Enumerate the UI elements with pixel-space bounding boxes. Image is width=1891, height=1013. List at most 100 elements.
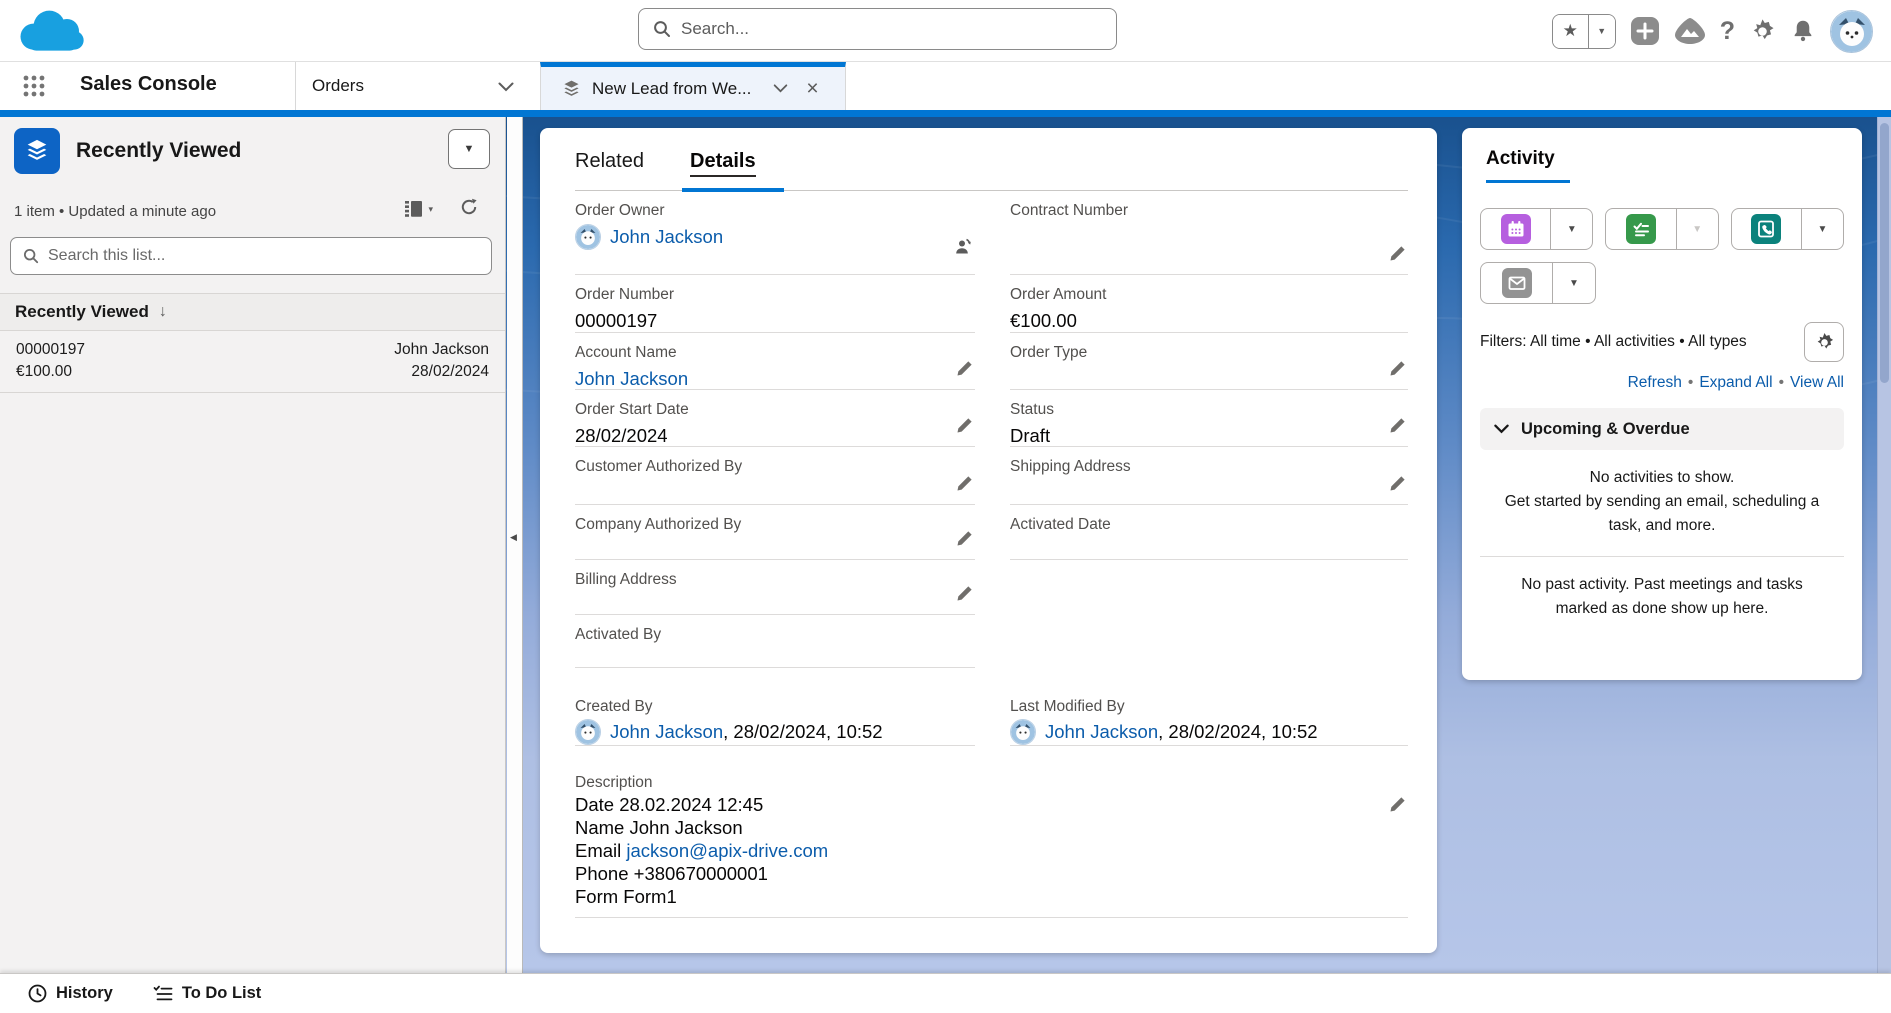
last-modified-by-link[interactable]: John Jackson [1045,719,1158,745]
search-icon [23,248,39,264]
field-label: Billing Address [575,569,975,590]
favorites-star-icon[interactable]: ★ [1553,15,1589,48]
record-tabs: Related Details [575,144,1408,191]
email-button[interactable] [1481,263,1553,303]
modified-datetime: , 28/02/2024, 10:52 [1158,719,1317,745]
field-label: Activated By [575,624,975,645]
field-label: Contract Number [1010,200,1408,221]
expand-all-link[interactable]: Expand All [1699,374,1772,391]
created-by-link[interactable]: John Jackson [610,719,723,745]
edit-icon[interactable] [1389,417,1406,439]
todo-list-label: To Do List [182,984,261,1003]
workspace-tab-label: New Lead from We... [592,79,751,99]
field-last-modified-by: Last Modified By John Jackson , 28/02/20… [1010,696,1408,746]
description-line: Name John Jackson [575,816,1408,839]
list-search-input[interactable] [48,247,448,265]
header-actions: ★ ▼ ? [1552,0,1873,62]
item-order-number[interactable]: 00000197 [16,339,85,361]
new-event-button[interactable] [1481,209,1551,249]
orders-dropdown-chevron-icon[interactable] [498,79,514,97]
refresh-link[interactable]: Refresh [1628,374,1682,391]
email-dropdown-icon[interactable]: ▼ [1553,263,1595,303]
no-activities-message: No activities to show. Get started by se… [1489,466,1835,538]
new-task-button[interactable] [1606,209,1676,249]
utility-todo-list[interactable]: To Do List [153,984,261,1003]
email-prefix: Email [575,840,626,861]
salesforce-logo-icon[interactable] [14,5,92,64]
field-label: Last Modified By [1010,696,1408,717]
edit-icon[interactable] [1389,245,1406,267]
app-launcher-icon[interactable] [22,74,46,103]
tab-dropdown-chevron-icon[interactable] [773,80,788,98]
account-name-link[interactable]: John Jackson [575,366,688,392]
edit-icon[interactable] [956,475,973,497]
list-view-dropdown-button[interactable]: ▼ [448,129,490,169]
sort-descending-icon: ↓ [159,303,167,321]
list-item[interactable]: 00000197 John Jackson €100.00 28/02/2024 [0,331,505,393]
todo-list-icon [153,985,173,1003]
avatar [575,224,601,250]
edit-icon[interactable] [956,417,973,439]
favorites-dropdown-icon[interactable]: ▼ [1589,15,1615,48]
upcoming-overdue-header[interactable]: Upcoming & Overdue [1480,408,1844,450]
field-created-by: Created By John Jackson , 28/02/2024, 10… [575,696,975,746]
list-section-header[interactable]: Recently Viewed ↓ [0,293,505,331]
field-status: Status Draft [1010,390,1408,447]
field-order-start-date: Order Start Date 28/02/2024 [575,390,975,447]
user-avatar[interactable] [1830,10,1873,53]
tab-related[interactable]: Related [575,150,644,173]
field-label: Created By [575,696,975,717]
field-label: Order Number [575,284,975,305]
edit-icon[interactable] [956,585,973,607]
refresh-icon[interactable] [459,197,479,222]
edit-icon[interactable] [1389,796,1406,818]
tab-details[interactable]: Details [690,150,756,177]
field-value: 28/02/2024 [575,423,975,449]
nav-divider [295,62,296,110]
quick-create-icon[interactable] [1630,16,1660,46]
page-scrollbar[interactable] [1877,117,1891,973]
clock-icon [28,984,47,1003]
activity-panel: Activity ▼ [1462,128,1862,680]
edit-icon[interactable] [1389,360,1406,382]
change-owner-icon[interactable] [953,237,973,262]
list-search[interactable] [10,237,492,275]
edit-icon[interactable] [1389,475,1406,497]
tab-close-icon[interactable]: × [806,78,818,99]
record-detail-card: Related Details Order Owner John Jackson [540,128,1437,953]
display-as-icon[interactable]: ▾ [404,200,433,219]
nav-tab-orders[interactable]: Orders [312,76,364,96]
sidebar-collapse-handle[interactable]: ◀ [507,117,523,973]
layers-icon [561,79,582,99]
log-a-call-button[interactable] [1732,209,1802,249]
edit-icon[interactable] [956,530,973,552]
field-label: Company Authorized By [575,514,975,535]
workspace-tab-new-lead[interactable]: New Lead from We... × [540,62,846,110]
setup-gear-icon[interactable] [1749,18,1776,45]
new-event-dropdown-icon[interactable]: ▼ [1551,209,1592,249]
view-all-link[interactable]: View All [1790,374,1844,391]
edit-icon[interactable] [956,360,973,382]
task-checklist-icon [1626,214,1656,244]
email-link[interactable]: jackson@apix-drive.com [626,840,828,861]
item-owner: John Jackson [394,339,489,361]
list-meta: 1 item • Updated a minute ago [14,203,216,220]
global-search-input[interactable] [681,19,1061,39]
activity-actions-row2: ▼ [1480,262,1844,304]
scrollbar-thumb[interactable] [1880,123,1889,383]
filters-summary[interactable]: Filters: All time • All activities • All… [1480,333,1747,351]
filters-gear-button[interactable] [1804,322,1844,362]
field-order-number: Order Number 00000197 [575,275,975,333]
chevron-down-icon [1494,424,1509,434]
order-owner-link[interactable]: John Jackson [610,224,723,250]
avatar [575,719,601,745]
global-search[interactable] [638,8,1117,50]
help-icon[interactable]: ? [1720,17,1735,46]
log-call-dropdown-icon[interactable]: ▼ [1802,209,1843,249]
trailhead-icon[interactable] [1674,17,1706,45]
display-as-caret-icon: ▾ [428,204,433,215]
field-description: Description Date 28.02.2024 12:45 Name J… [575,772,1408,918]
notifications-bell-icon[interactable] [1790,18,1816,44]
detail-column-left: Order Owner John Jackson [575,191,975,668]
utility-history[interactable]: History [28,984,113,1003]
